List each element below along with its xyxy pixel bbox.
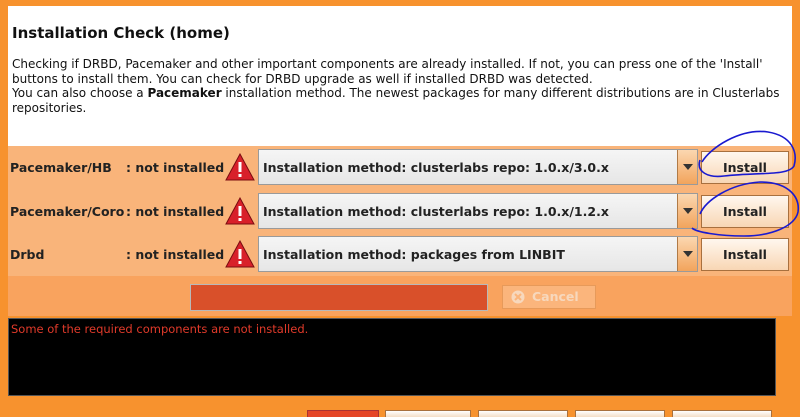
- install-button-pacemaker-coro[interactable]: Install: [701, 195, 789, 228]
- component-row-drbd: Drbd : not installed Installation method…: [8, 233, 792, 273]
- install-button-pacemaker-hb[interactable]: Install: [701, 151, 789, 184]
- component-status: : not installed: [126, 160, 225, 175]
- wizard-finish-button[interactable]: [575, 410, 665, 417]
- dropdown-arrow-button[interactable]: [677, 237, 697, 271]
- log-message: Some of the required components are not …: [11, 322, 309, 336]
- wizard-next-button[interactable]: [307, 410, 379, 417]
- warning-triangle-icon: [225, 153, 255, 181]
- components-panel: Pacemaker/HB : not installed Installatio…: [8, 146, 792, 276]
- component-row-pacemaker-coro: Pacemaker/Coro : not installed Installat…: [8, 190, 792, 230]
- component-name: Pacemaker/HB: [10, 160, 112, 175]
- component-status: : not installed: [126, 247, 225, 262]
- wizard-back-button[interactable]: [385, 410, 471, 417]
- installation-method-select[interactable]: Installation method: packages from LINBI…: [258, 236, 698, 272]
- component-row-pacemaker-hb: Pacemaker/HB : not installed Installatio…: [8, 146, 792, 186]
- chevron-down-icon: [683, 251, 693, 257]
- info-panel: Installation Check (home) Checking if DR…: [8, 6, 792, 146]
- description-line-2-pre: You can also choose a: [12, 86, 148, 100]
- progress-bar: [190, 284, 488, 311]
- installation-method-value: Installation method: clusterlabs repo: 1…: [263, 204, 609, 219]
- dialog-title: Installation Check (home): [12, 24, 230, 42]
- component-status: : not installed: [126, 204, 225, 219]
- warning-triangle-icon: [225, 240, 255, 268]
- dropdown-arrow-button[interactable]: [677, 150, 697, 184]
- installation-method-value: Installation method: clusterlabs repo: 1…: [263, 160, 609, 175]
- wizard-help-button[interactable]: [672, 410, 772, 417]
- progress-area: Cancel: [8, 276, 792, 316]
- dialog-description: Checking if DRBD, Pacemaker and other im…: [12, 57, 782, 115]
- chevron-down-icon: [683, 164, 693, 170]
- component-name: Pacemaker/Coro: [10, 204, 125, 219]
- warning-triangle-icon: [225, 197, 255, 225]
- chevron-down-icon: [683, 208, 693, 214]
- log-output-panel[interactable]: Some of the required components are not …: [8, 318, 776, 396]
- description-line-1: Checking if DRBD, Pacemaker and other im…: [12, 57, 763, 86]
- installation-method-select[interactable]: Installation method: clusterlabs repo: 1…: [258, 193, 698, 229]
- wizard-cancel-button[interactable]: [478, 410, 568, 417]
- installation-method-value: Installation method: packages from LINBI…: [263, 247, 565, 262]
- cancel-button-label: Cancel: [532, 289, 579, 304]
- log-scrollbar-track[interactable]: [776, 318, 792, 396]
- dropdown-arrow-button[interactable]: [677, 194, 697, 228]
- cancel-button[interactable]: Cancel: [502, 285, 596, 309]
- install-button-drbd[interactable]: Install: [701, 238, 789, 271]
- description-line-2-bold: Pacemaker: [147, 86, 222, 100]
- component-name: Drbd: [10, 247, 45, 262]
- installation-method-select[interactable]: Installation method: clusterlabs repo: 1…: [258, 149, 698, 185]
- cancel-x-icon: [511, 290, 525, 304]
